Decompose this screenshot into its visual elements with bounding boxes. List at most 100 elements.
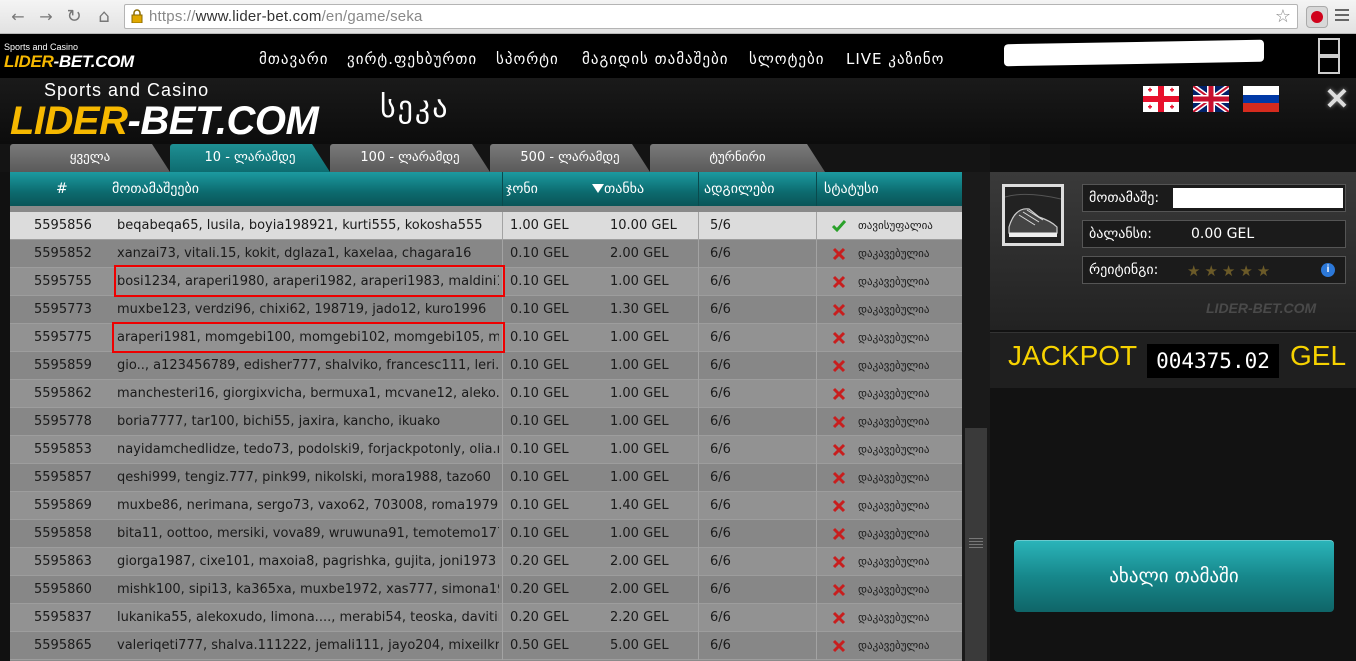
url-text: https://www.lider-bet.com/en/game/seka	[149, 8, 423, 25]
col-header-amount[interactable]: თანხა	[604, 181, 644, 197]
stake-value: 0.10 GEL	[510, 358, 569, 373]
game-title: სეკა	[380, 90, 450, 125]
cross-icon	[832, 303, 846, 317]
status-text: თავისუფალია	[858, 219, 933, 232]
home-icon[interactable]: ⌂	[94, 7, 114, 27]
table-row[interactable]: 5595755 bosi1234, araperi1980, araperi198…	[10, 268, 962, 296]
stake-value: 0.20 GEL	[510, 554, 569, 569]
stake-value: 0.20 GEL	[510, 582, 569, 597]
players-list: muxbe86, nerimana, sergo73, vaxo62, 7030…	[117, 498, 499, 513]
bookmark-star-icon[interactable]: ☆	[1275, 6, 1291, 27]
tab-up-to-500[interactable]: 500 - ლარამდე	[490, 144, 650, 172]
expand-icon[interactable]	[1318, 38, 1340, 56]
info-icon[interactable]: i	[1321, 263, 1335, 277]
address-bar[interactable]: https://www.lider-bet.com/en/game/seka ☆	[124, 4, 1298, 29]
table-row[interactable]: 5595773 muxbe123, verdzi96, chixi62, 1987…	[10, 296, 962, 324]
tab-all[interactable]: ყველა	[10, 144, 170, 172]
stake-value: 1.00 GEL	[510, 218, 569, 233]
col-header-id[interactable]: #	[56, 181, 68, 197]
players-list: nayidamchedlidze, tedo73, podolski9, for…	[117, 442, 499, 457]
cross-icon	[832, 359, 846, 373]
table-row[interactable]: 5595863 giorga1987, cixe101, maxoia8, pag…	[10, 548, 962, 576]
status-text: დაკავებულია	[858, 527, 930, 540]
tab-up-to-10[interactable]: 10 - ლარამდე	[170, 144, 330, 172]
site-logo[interactable]: Sports and Casino LIDER-BET.COM	[4, 42, 134, 72]
players-list: giorga1987, cixe101, maxoia8, pagrishka,…	[117, 554, 497, 569]
table-row[interactable]: 5595858 bita11, oottoo, mersiki, vova89, …	[10, 520, 962, 548]
stake-value: 0.20 GEL	[510, 610, 569, 625]
table-row[interactable]: 5595859 gio.., a123456789, edisher777, sh…	[10, 352, 962, 380]
close-game-button[interactable]: ✕	[1320, 85, 1354, 115]
table-row[interactable]: 5595860 mishk100, sipi13, ka365xa, muxbe1…	[10, 576, 962, 604]
check-icon	[832, 220, 846, 233]
table-row[interactable]: 5595853 nayidamchedlidze, tedo73, podolsk…	[10, 436, 962, 464]
rating-stars-icon: ★★★★★	[1187, 262, 1275, 280]
table-row[interactable]: 5595775 araperi1981, momgebi100, momgebi1…	[10, 324, 962, 352]
nav-item-home[interactable]: მთავარი	[259, 50, 328, 68]
back-icon[interactable]: ←	[8, 7, 28, 27]
col-header-status[interactable]: სტატუსი	[824, 181, 879, 197]
cross-icon	[832, 583, 846, 597]
table-row[interactable]: 5595856 beqabeqa65, lusila, boyia198921, …	[10, 212, 962, 240]
cross-icon	[832, 527, 846, 541]
jackpot-label: JACKPOT	[1008, 340, 1138, 371]
nav-item-slots[interactable]: სლოტები	[749, 50, 825, 68]
table-row[interactable]: 5595852 xanzai73, vitali.15, kokit, dglaz…	[10, 240, 962, 268]
reload-icon[interactable]: ↻	[64, 7, 84, 27]
cross-icon	[832, 247, 846, 261]
status-text: დაკავებულია	[858, 247, 930, 260]
table-row[interactable]: 5595837 lukanika55, alekoxudo, limona....…	[10, 604, 962, 632]
table-row[interactable]: 5595862 manchesteri16, giorgixvicha, berm…	[10, 380, 962, 408]
cross-icon	[832, 471, 846, 485]
watermark-logo: LIDER-BET.COM	[1206, 300, 1317, 316]
cross-icon	[832, 331, 846, 345]
col-header-seats[interactable]: ადგილები	[704, 181, 774, 197]
nav-item-table-games[interactable]: მაგიდის თამაშები	[582, 50, 729, 68]
forward-icon[interactable]: →	[36, 7, 56, 27]
amount-value: 1.00 GEL	[610, 386, 669, 401]
cross-icon	[832, 499, 846, 513]
sort-desc-icon[interactable]	[592, 184, 604, 193]
nav-item-virtual-football[interactable]: ვირტ.ფეხბურთი	[347, 50, 477, 68]
cross-icon	[832, 611, 846, 625]
game-id: 5595775	[34, 330, 92, 345]
table-row[interactable]: 5595857 qeshi999, tengiz.777, pink99, nik…	[10, 464, 962, 492]
game-id: 5595869	[34, 498, 92, 513]
status-text: დაკავებულია	[858, 499, 930, 512]
table-row[interactable]: 5595865 valeriqeti777, shalva.111222, jem…	[10, 632, 962, 660]
game-logo: Sports and Casino LIDER-BET.COM	[10, 80, 319, 143]
avatar[interactable]	[1002, 184, 1064, 246]
tab-tournament[interactable]: ტურნირი	[650, 144, 825, 172]
tab-up-to-100[interactable]: 100 - ლარამდე	[330, 144, 490, 172]
nav-item-live-casino[interactable]: LIVE კაზინო	[846, 50, 944, 68]
seats-value: 6/6	[710, 498, 731, 513]
extension-icon[interactable]	[1306, 6, 1328, 28]
table-row[interactable]: 5595778 boria7777, tar100, bichi55, jaxir…	[10, 408, 962, 436]
status-text: დაკავებულია	[858, 555, 930, 568]
amount-value: 2.00 GEL	[610, 582, 669, 597]
georgia-flag-icon[interactable]	[1143, 86, 1179, 112]
amount-value: 1.30 GEL	[610, 302, 669, 317]
nav-item-sports[interactable]: სპორტი	[496, 50, 559, 68]
balance-field: ბალანსი: 0.00 GEL	[1082, 220, 1346, 248]
col-header-stake[interactable]: ჯონი	[506, 181, 538, 197]
uk-flag-icon[interactable]	[1193, 86, 1229, 112]
amount-value: 1.40 GEL	[610, 498, 669, 513]
stake-value: 0.10 GEL	[510, 414, 569, 429]
seats-value: 6/6	[710, 470, 731, 485]
col-header-players[interactable]: მოთამაშეები	[112, 181, 199, 197]
collapse-icon[interactable]	[1318, 56, 1340, 74]
seats-value: 6/6	[710, 610, 731, 625]
amount-value: 1.00 GEL	[610, 330, 669, 345]
game-id: 5595857	[34, 470, 92, 485]
new-game-button[interactable]: ახალი თამაში	[1014, 540, 1334, 612]
stake-value: 0.50 GEL	[510, 638, 569, 653]
browser-menu-icon[interactable]	[1335, 9, 1349, 23]
status-text: დაკავებულია	[858, 303, 930, 316]
amount-value: 1.00 GEL	[610, 358, 669, 373]
amount-value: 1.00 GEL	[610, 470, 669, 485]
russia-flag-icon[interactable]	[1243, 86, 1279, 112]
table-row[interactable]: 5595869 muxbe86, nerimana, sergo73, vaxo6…	[10, 492, 962, 520]
game-id: 5595865	[34, 638, 92, 653]
cross-icon	[832, 415, 846, 429]
